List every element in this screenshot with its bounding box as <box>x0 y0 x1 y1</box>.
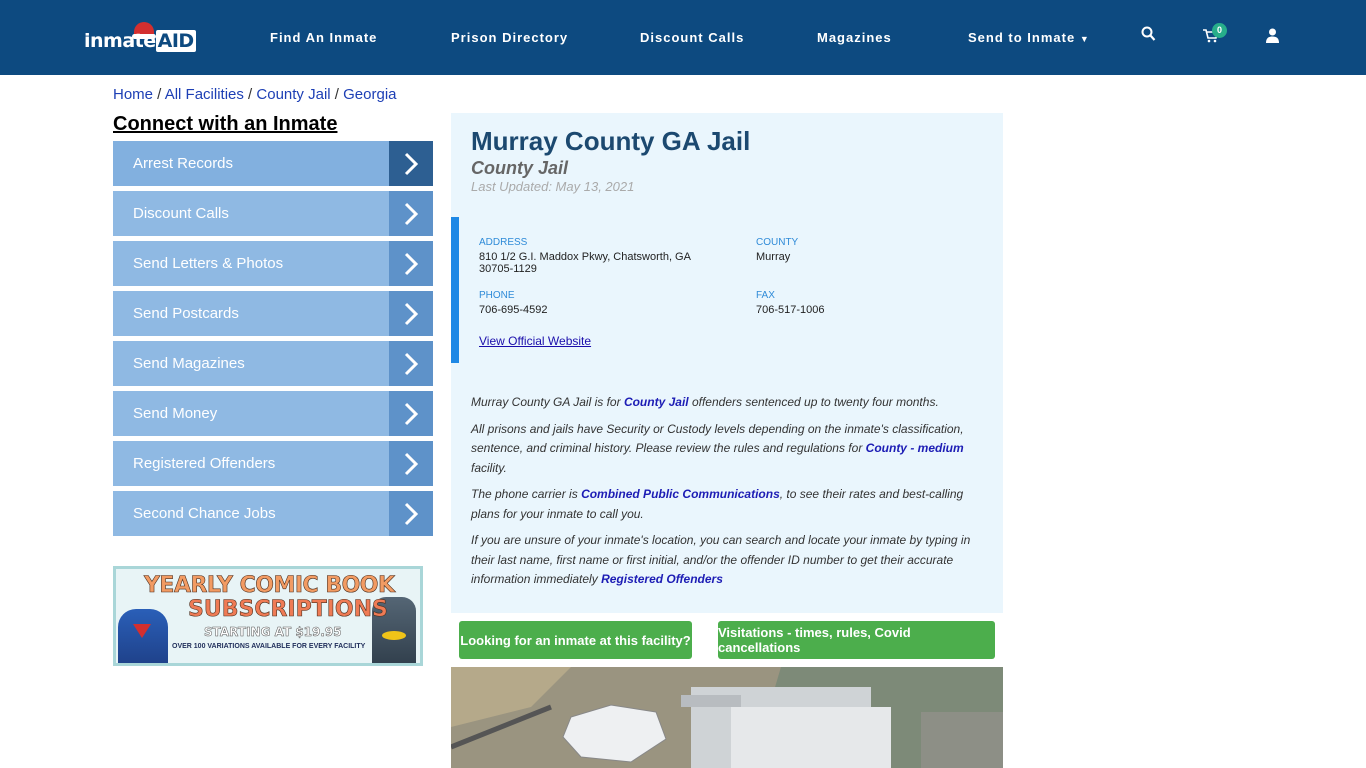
superman-image <box>118 609 168 663</box>
fax-label: FAX <box>756 290 775 301</box>
sidebar-item-send-magazines[interactable]: Send Magazines <box>113 341 433 386</box>
sidebar-item-label: Arrest Records <box>133 155 234 172</box>
sidebar-item-label: Send Magazines <box>133 355 245 372</box>
phone-carrier-link[interactable]: Combined Public Communications <box>581 487 780 501</box>
registered-offenders-link[interactable]: Registered Offenders <box>601 572 723 586</box>
nav-find-inmate[interactable]: Find An Inmate <box>270 30 377 45</box>
desc-text: Murray County GA Jail is for <box>471 395 624 409</box>
facility-aerial-photo <box>451 667 1003 768</box>
sidebar-item-arrest-records[interactable]: Arrest Records <box>113 141 433 186</box>
nav-send-to-inmate[interactable]: Send to Inmate ▼ <box>968 30 1090 45</box>
address-label: ADDRESS <box>479 237 528 248</box>
visitations-button[interactable]: Visitations - times, rules, Covid cancel… <box>718 621 995 659</box>
caret-down-icon: ▼ <box>1079 34 1090 44</box>
chevron-right-icon <box>389 241 433 286</box>
logo-accent: AID <box>155 30 196 52</box>
nav-send-label: Send to Inmate <box>968 30 1076 45</box>
facility-description: Murray County GA Jail is for County Jail… <box>471 393 986 597</box>
search-icon[interactable] <box>1141 26 1156 47</box>
connect-heading: Connect with an Inmate <box>113 113 338 135</box>
address-line1: 810 1/2 G.I. Maddox Pkwy, Chatsworth, GA <box>479 251 691 263</box>
sidebar-item-registered-offenders[interactable]: Registered Offenders <box>113 441 433 486</box>
chevron-right-icon <box>389 441 433 486</box>
chevron-right-icon <box>389 341 433 386</box>
nav-prison-directory[interactable]: Prison Directory <box>451 30 568 45</box>
sidebar-item-label: Discount Calls <box>133 205 229 222</box>
breadcrumb-georgia[interactable]: Georgia <box>343 86 396 103</box>
chevron-right-icon <box>389 291 433 336</box>
chevron-right-icon <box>389 191 433 236</box>
sidebar-item-discount-calls[interactable]: Discount Calls <box>113 191 433 236</box>
desc-text: facility. <box>471 460 507 475</box>
facility-info-box: ADDRESS 810 1/2 G.I. Maddox Pkwy, Chatsw… <box>451 217 1003 363</box>
sidebar-item-send-postcards[interactable]: Send Postcards <box>113 291 433 336</box>
sidebar-item-label: Send Letters & Photos <box>133 255 284 272</box>
phone-label: PHONE <box>479 290 515 301</box>
chevron-right-icon <box>389 491 433 536</box>
top-navbar: inmate AID Find An Inmate Prison Director… <box>0 0 1366 75</box>
county-jail-link[interactable]: County Jail <box>624 395 689 409</box>
user-icon[interactable] <box>1266 28 1279 48</box>
logo-text: inmate <box>84 30 156 52</box>
chevron-right-icon <box>389 141 433 186</box>
desc-text: offenders sentenced up to twenty four mo… <box>688 395 939 409</box>
breadcrumb-county-jail[interactable]: County Jail <box>256 86 330 103</box>
county-value: Murray <box>756 251 791 263</box>
facility-title: Murray County GA Jail <box>471 126 751 156</box>
sidebar-item-label: Send Postcards <box>133 305 239 322</box>
ad-headline: YEARLY COMIC BOOK <box>144 573 396 599</box>
county-medium-link[interactable]: County - medium <box>866 441 964 455</box>
nav-discount-calls[interactable]: Discount Calls <box>640 30 744 45</box>
facility-card: Murray County GA Jail County Jail Last U… <box>451 113 1003 613</box>
comic-subscription-ad[interactable]: YEARLY COMIC BOOK SUBSCRIPTIONS STARTING… <box>113 566 423 666</box>
official-website-link[interactable]: View Official Website <box>479 334 591 348</box>
sidebar-item-label: Registered Offenders <box>133 455 276 472</box>
last-updated: Last Updated: May 13, 2021 <box>471 179 635 194</box>
address-line2: 30705-1129 <box>479 263 537 275</box>
county-label: COUNTY <box>756 237 799 248</box>
sidebar-item-second-chance-jobs[interactable]: Second Chance Jobs <box>113 491 433 536</box>
cart-count-badge: 0 <box>1212 23 1227 38</box>
facility-type: County Jail <box>471 158 569 178</box>
breadcrumb-all-facilities[interactable]: All Facilities <box>165 86 244 103</box>
sidebar-item-send-money[interactable]: Send Money <box>113 391 433 436</box>
fax-value: 706-517-1006 <box>756 304 825 316</box>
sidebar-item-send-letters[interactable]: Send Letters & Photos <box>113 241 433 286</box>
desc-text: The phone carrier is <box>471 487 582 501</box>
phone-value: 706-695-4592 <box>479 304 548 316</box>
sidebar-item-label: Send Money <box>133 405 218 422</box>
sidebar-menu: Arrest Records Discount Calls Send Lette… <box>113 141 433 541</box>
nav-magazines[interactable]: Magazines <box>817 30 892 45</box>
looking-for-inmate-button[interactable]: Looking for an inmate at this facility? <box>459 621 692 659</box>
breadcrumb: Home / All Facilities / County Jail / Ge… <box>113 86 397 103</box>
chevron-right-icon <box>389 391 433 436</box>
ad-price: STARTING AT $19.95 <box>204 625 342 640</box>
ad-headline-2: SUBSCRIPTIONS <box>188 597 388 623</box>
breadcrumb-home[interactable]: Home <box>113 86 153 103</box>
sidebar-item-label: Second Chance Jobs <box>133 505 276 522</box>
ad-tagline: OVER 100 VARIATIONS AVAILABLE FOR EVERY … <box>172 643 366 650</box>
